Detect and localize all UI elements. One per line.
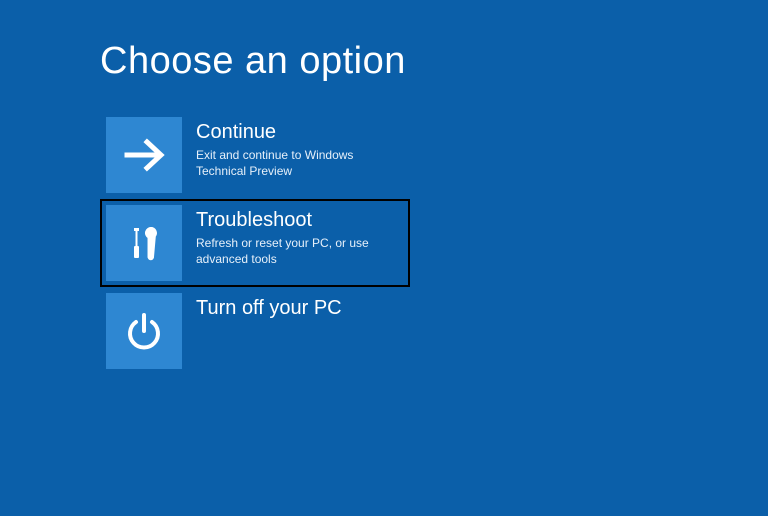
turnoff-tile [106,293,182,369]
option-continue[interactable]: Continue Exit and continue to Windows Te… [100,111,410,199]
option-turnoff[interactable]: Turn off your PC [100,287,410,375]
continue-text: Continue Exit and continue to Windows Te… [182,117,396,179]
troubleshoot-title: Troubleshoot [196,209,396,232]
options-list: Continue Exit and continue to Windows Te… [100,111,768,375]
power-icon [122,309,166,353]
tools-icon [122,221,166,265]
continue-title: Continue [196,121,396,144]
turnoff-title: Turn off your PC [196,297,342,320]
arrow-right-icon [121,132,167,178]
continue-desc: Exit and continue to Windows Technical P… [196,147,396,179]
option-troubleshoot[interactable]: Troubleshoot Refresh or reset your PC, o… [100,199,410,287]
troubleshoot-tile [106,205,182,281]
troubleshoot-desc: Refresh or reset your PC, or use advance… [196,235,396,267]
page-title: Choose an option [100,40,768,83]
continue-tile [106,117,182,193]
recovery-screen: Choose an option Continue Exit and conti… [0,0,768,375]
turnoff-text: Turn off your PC [182,293,342,323]
troubleshoot-text: Troubleshoot Refresh or reset your PC, o… [182,205,396,267]
